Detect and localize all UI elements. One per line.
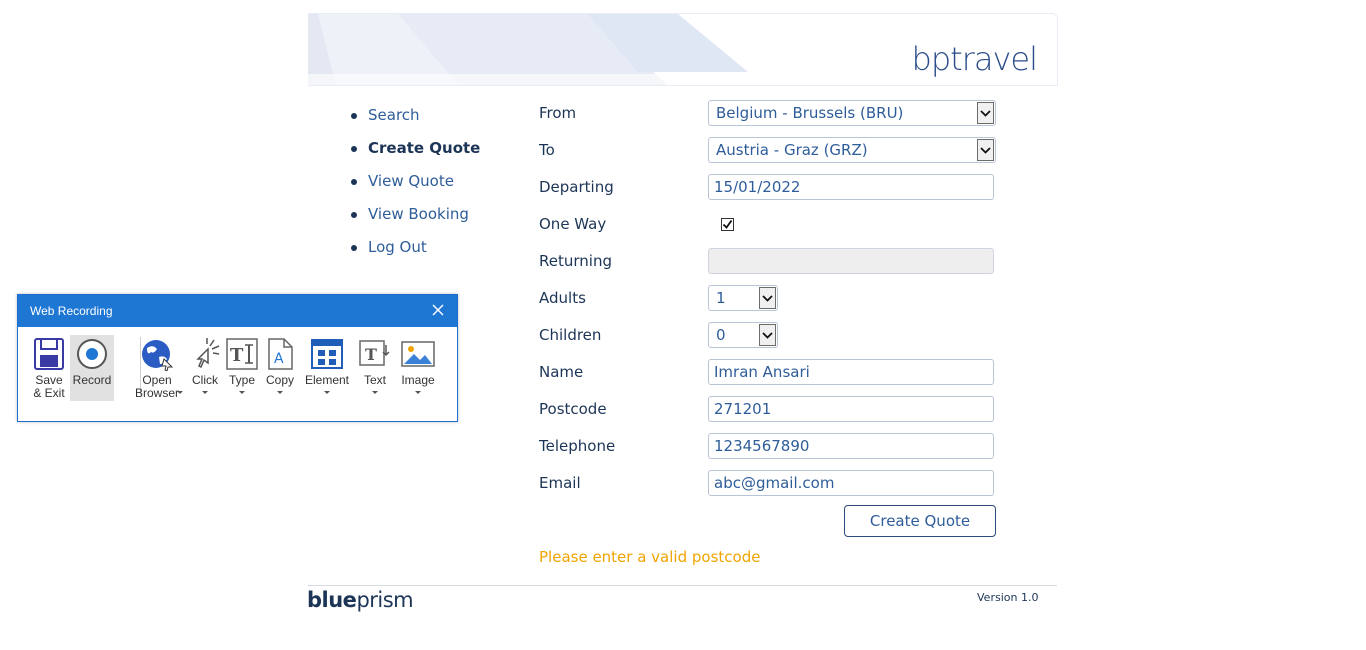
children-select[interactable]: 0 [708, 322, 778, 348]
globe-cursor-icon [140, 337, 174, 374]
dropdown-icon [324, 391, 330, 394]
from-label: From [539, 104, 577, 122]
email-label: Email [539, 474, 581, 492]
svg-text:T: T [365, 345, 377, 364]
postcode-label: Postcode [539, 400, 607, 418]
text-extract-icon: T [358, 337, 392, 374]
footer-logo: blueprism [307, 588, 414, 612]
panel-title-bar[interactable]: Web Recording [18, 295, 457, 327]
from-select[interactable]: Belgium - Brussels (BRU) [708, 100, 996, 126]
cursor-click-icon [188, 337, 222, 374]
nav-item-search[interactable]: Search [350, 104, 510, 128]
image-button[interactable]: Image [398, 335, 438, 401]
text-input-icon: T [225, 337, 259, 374]
nav-item-label: Log Out [368, 238, 427, 256]
postcode-field[interactable]: 271201 [708, 396, 994, 422]
image-label: Image [401, 373, 435, 387]
element-window-icon [310, 337, 344, 374]
name-field[interactable]: Imran Ansari [708, 359, 994, 385]
bullet-icon [351, 113, 357, 119]
adults-label: Adults [539, 289, 586, 307]
returning-label: Returning [539, 252, 612, 270]
click-label: Click [192, 373, 218, 387]
save-exit-label: Save & Exit [33, 373, 65, 400]
record-icon [75, 337, 109, 374]
footer-logo-bold: blue [307, 588, 357, 612]
copy-button[interactable]: A Copy [262, 335, 298, 401]
svg-text:A: A [274, 351, 284, 367]
nav-item-label: View Booking [368, 205, 469, 223]
text-button[interactable]: T Text [356, 335, 394, 401]
chevron-down-icon[interactable] [977, 102, 994, 124]
returning-date-field [708, 248, 994, 274]
bullet-icon [351, 146, 357, 152]
open-browser-button[interactable]: Open Browser [129, 335, 185, 401]
telephone-label: Telephone [539, 437, 616, 455]
record-label: Record [72, 373, 112, 387]
children-select-value: 0 [716, 326, 726, 344]
nav-item-view-quote[interactable]: View Quote [350, 170, 510, 194]
version-label: Version 1.0 [977, 591, 1039, 604]
bullet-icon [351, 179, 357, 185]
brand-logo: bptravel [911, 40, 1038, 78]
chevron-down-icon[interactable] [977, 139, 994, 161]
image-icon [401, 337, 435, 374]
svg-text:T: T [230, 345, 244, 366]
departing-label: Departing [539, 178, 614, 196]
footer-divider [308, 585, 1057, 586]
one-way-label: One Way [539, 215, 607, 233]
to-select-value: Austria - Graz (GRZ) [716, 141, 868, 159]
click-button[interactable]: Click [188, 335, 222, 401]
copy-label: Copy [265, 373, 294, 387]
telephone-field[interactable]: 1234567890 [708, 433, 994, 459]
bullet-icon [351, 212, 357, 218]
type-label: Type [228, 373, 255, 387]
bullet-icon [351, 245, 357, 251]
nav-item-label: View Quote [368, 172, 454, 190]
dropdown-icon [202, 391, 208, 394]
floppy-disk-icon [33, 337, 65, 374]
nav-item-label: Create Quote [368, 139, 481, 157]
chevron-down-icon[interactable] [759, 287, 776, 309]
name-label: Name [539, 363, 584, 381]
element-button[interactable]: Element [303, 335, 351, 401]
error-message: Please enter a valid postcode [539, 548, 761, 566]
email-field[interactable]: abc@gmail.com [708, 470, 994, 496]
departing-date-field[interactable]: 15/01/2022 [708, 174, 994, 200]
record-button[interactable]: Record [70, 335, 114, 401]
nav-item-create-quote[interactable]: Create Quote [350, 137, 510, 161]
document-copy-icon: A [265, 337, 295, 374]
dropdown-icon [372, 391, 378, 394]
header-banner: bptravel [308, 13, 1058, 86]
from-select-value: Belgium - Brussels (BRU) [716, 104, 904, 122]
to-select[interactable]: Austria - Graz (GRZ) [708, 137, 996, 163]
dropdown-icon [177, 391, 183, 394]
dropdown-icon [239, 391, 245, 394]
save-exit-button[interactable]: Save & Exit [31, 335, 67, 401]
children-label: Children [539, 326, 602, 344]
dropdown-icon [415, 391, 421, 394]
nav-item-view-booking[interactable]: View Booking [350, 203, 510, 227]
adults-select-value: 1 [716, 289, 726, 307]
chevron-down-icon[interactable] [759, 324, 776, 346]
element-label: Element [304, 373, 350, 387]
nav-item-label: Search [368, 106, 420, 124]
one-way-checkbox[interactable] [721, 218, 734, 231]
text-label: Text [363, 373, 386, 387]
to-label: To [539, 141, 555, 159]
type-button[interactable]: T Type [225, 335, 259, 401]
open-browser-label: Open Browser [134, 373, 179, 400]
dropdown-icon [277, 391, 283, 394]
web-recording-panel: Web Recording Save & Exit Record Open Br… [17, 294, 458, 422]
panel-title: Web Recording [30, 304, 113, 318]
create-quote-button[interactable]: Create Quote [844, 505, 996, 537]
footer-logo-rest: prism [356, 588, 414, 612]
close-icon[interactable] [431, 303, 445, 317]
nav-item-log-out[interactable]: Log Out [350, 236, 510, 260]
checkmark-icon [722, 219, 733, 229]
adults-select[interactable]: 1 [708, 285, 778, 311]
